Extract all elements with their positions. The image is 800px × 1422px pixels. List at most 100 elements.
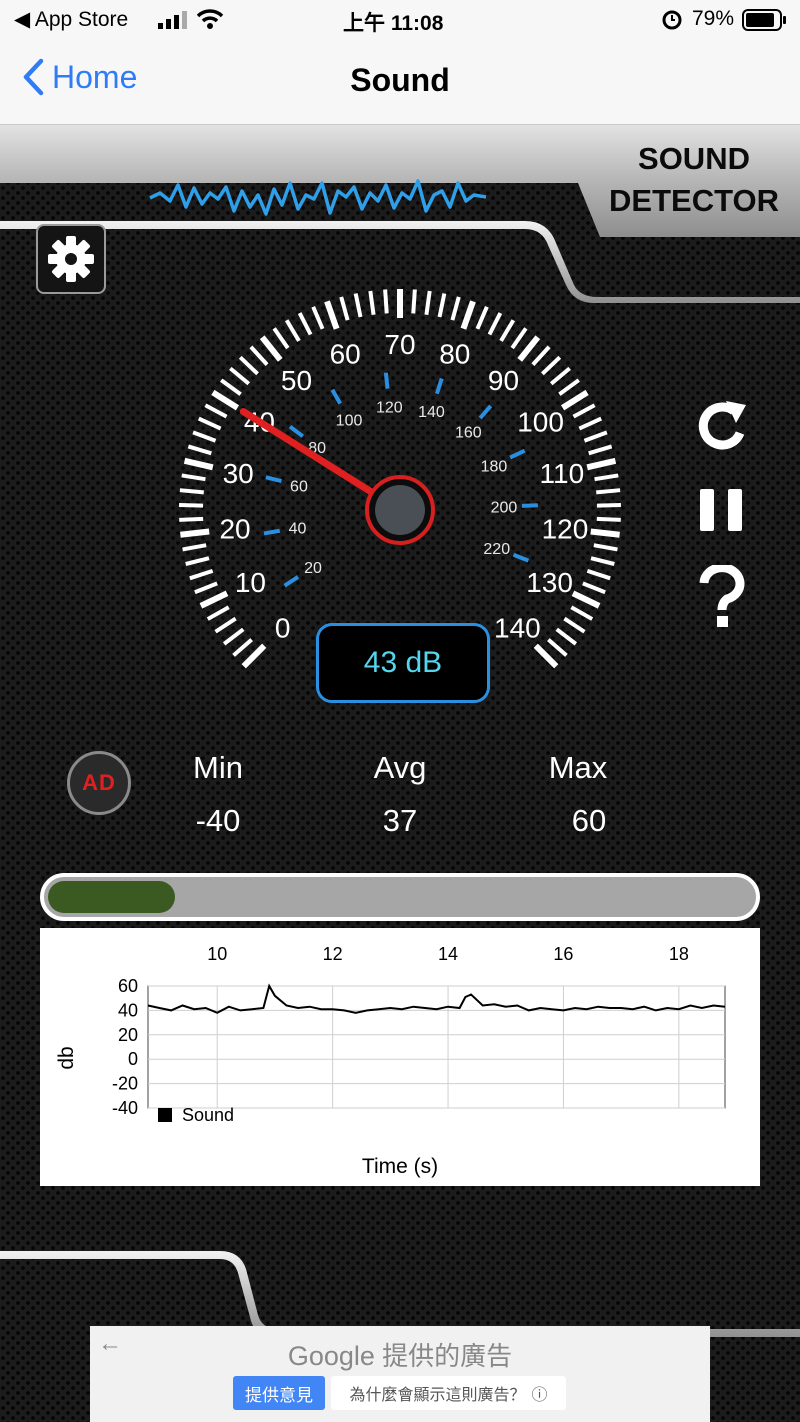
logo-line-2: DETECTOR (609, 183, 779, 218)
gauge-minor-tick (572, 403, 596, 419)
gauge-inner-tick (288, 425, 304, 438)
needle-hub-cap (375, 485, 425, 535)
gauge-inner-label: 220 (483, 541, 510, 558)
gauge-minor-tick (583, 430, 608, 443)
question-icon (699, 563, 745, 627)
gauge-minor-tick (220, 378, 242, 396)
y-tick-label: -40 (112, 1098, 138, 1118)
gauge-minor-tick (249, 345, 269, 366)
db-readout: 43 dB (316, 623, 490, 703)
gauge-minor-tick (558, 378, 580, 396)
logo-line-1: SOUND (638, 141, 750, 176)
back-to-app[interactable]: ◀ App Store (14, 7, 128, 32)
gauge-inner-tick (263, 528, 281, 536)
gauge-minor-tick (586, 568, 611, 581)
gauge-minor-tick (487, 312, 503, 336)
gauge-minor-tick (187, 444, 212, 456)
footer-rail (0, 1251, 800, 1337)
help-button[interactable] (697, 563, 747, 629)
gauge-inner-tick (435, 377, 444, 395)
gauge-inner-label: 120 (376, 400, 403, 417)
gauge-inner-tick (509, 448, 526, 460)
gauge-minor-tick (353, 293, 363, 318)
gauge-minor-tick (214, 616, 237, 634)
gauge-minor-tick (368, 290, 376, 316)
gauge-minor-tick (179, 516, 204, 522)
gauge-inner-tick (283, 575, 300, 588)
ad-badge-button[interactable]: AD (67, 751, 131, 815)
gauge-minor-tick (582, 581, 606, 595)
settings-button[interactable] (36, 224, 106, 294)
x-tick-label: 16 (553, 944, 573, 964)
gauge-minor-tick (182, 543, 207, 552)
gauge-minor-tick (596, 516, 621, 522)
gauge-minor-tick (238, 355, 259, 376)
x-axis-label: Time (s) (362, 1155, 438, 1178)
gauge-outer-label: 60 (330, 338, 361, 369)
gauge-outer-label: 90 (488, 365, 519, 396)
gauge-inner-label: 200 (491, 499, 518, 516)
ad-feedback-button[interactable]: 提供意見 (233, 1376, 325, 1410)
db-readout-value: 43 dB (363, 646, 443, 679)
gauge-inner-tick (330, 388, 342, 405)
gauge-minor-tick (206, 605, 230, 621)
avg-label: Avg (373, 750, 427, 785)
gauge-minor-tick (179, 503, 204, 508)
gauge-major-tick (259, 335, 283, 362)
clock: 上午 11:08 (343, 12, 444, 35)
navigation-bar: Home Sound (0, 40, 800, 125)
gauge-minor-tick (475, 305, 489, 330)
gauge-minor-tick (578, 416, 603, 431)
legend-swatch (158, 1108, 172, 1122)
ad-banner: ← Google 提供的廣告 提供意見 為什麼會顯示這則廣告？ ⓘ (90, 1326, 710, 1422)
google-logo-text: Google (287, 1341, 375, 1371)
gauge-minor-tick (547, 638, 568, 657)
gauge-outer-label: 20 (219, 514, 250, 545)
info-icon: ⓘ (531, 1387, 548, 1404)
gauge-inner-label: 160 (455, 425, 482, 442)
gauge-minor-tick (185, 556, 210, 566)
ad-title: Google 提供的廣告 (90, 1336, 710, 1373)
ad-why-button[interactable]: 為什麼會顯示這則廣告？ ⓘ (331, 1376, 566, 1410)
gauge-outer-label: 110 (540, 458, 585, 489)
ad-feedback-label: 提供意見 (245, 1385, 313, 1405)
ad-badge-label: AD (82, 770, 116, 795)
pause-icon (700, 489, 742, 531)
gauge-outer-label: 50 (281, 365, 312, 396)
gauge-inner-tick (383, 372, 390, 389)
gauge-minor-tick (297, 312, 313, 336)
gauge-inner-label: 140 (418, 404, 445, 421)
gauge-inner-label: 20 (304, 560, 322, 577)
refresh-button[interactable] (692, 397, 752, 453)
ad-why-label: 為什麼會顯示這則廣告？ (349, 1387, 526, 1404)
gauge-outer-label: 120 (542, 514, 589, 545)
y-axis-label: db (55, 1046, 78, 1069)
gauge-minor-tick (222, 627, 245, 646)
alarm-icon (661, 8, 683, 36)
legend-label: Sound (182, 1105, 234, 1125)
gauge-outer-label: 70 (384, 329, 415, 360)
gauge-inner-tick (521, 503, 538, 508)
gauge-minor-tick (179, 488, 204, 495)
gauge-minor-tick (588, 444, 613, 456)
gauge-minor-tick (192, 430, 217, 443)
battery-icon (742, 9, 788, 37)
gauge-minor-tick (570, 605, 594, 621)
gauge-minor-tick (197, 416, 222, 431)
gauge-inner-tick (478, 404, 493, 420)
max-label: Max (548, 750, 608, 785)
sound-series-line (147, 983, 726, 1014)
gauge-minor-tick (229, 366, 251, 386)
gauge-minor-tick (437, 293, 447, 318)
y-axis-ticks: 60 40 20 0 -20 -40 (112, 976, 138, 1118)
gauge-minor-tick (563, 616, 586, 634)
avg-value: 37 (382, 803, 418, 838)
pause-button[interactable] (698, 487, 746, 533)
min-label: Min (193, 750, 243, 785)
gauge-major-tick (241, 643, 267, 669)
refresh-icon (698, 401, 746, 450)
gauge-minor-tick (339, 296, 350, 321)
gauge-major-tick (590, 528, 620, 538)
gear-icon (48, 236, 94, 282)
ad-title-suffix: 提供的廣告 (382, 1341, 513, 1371)
